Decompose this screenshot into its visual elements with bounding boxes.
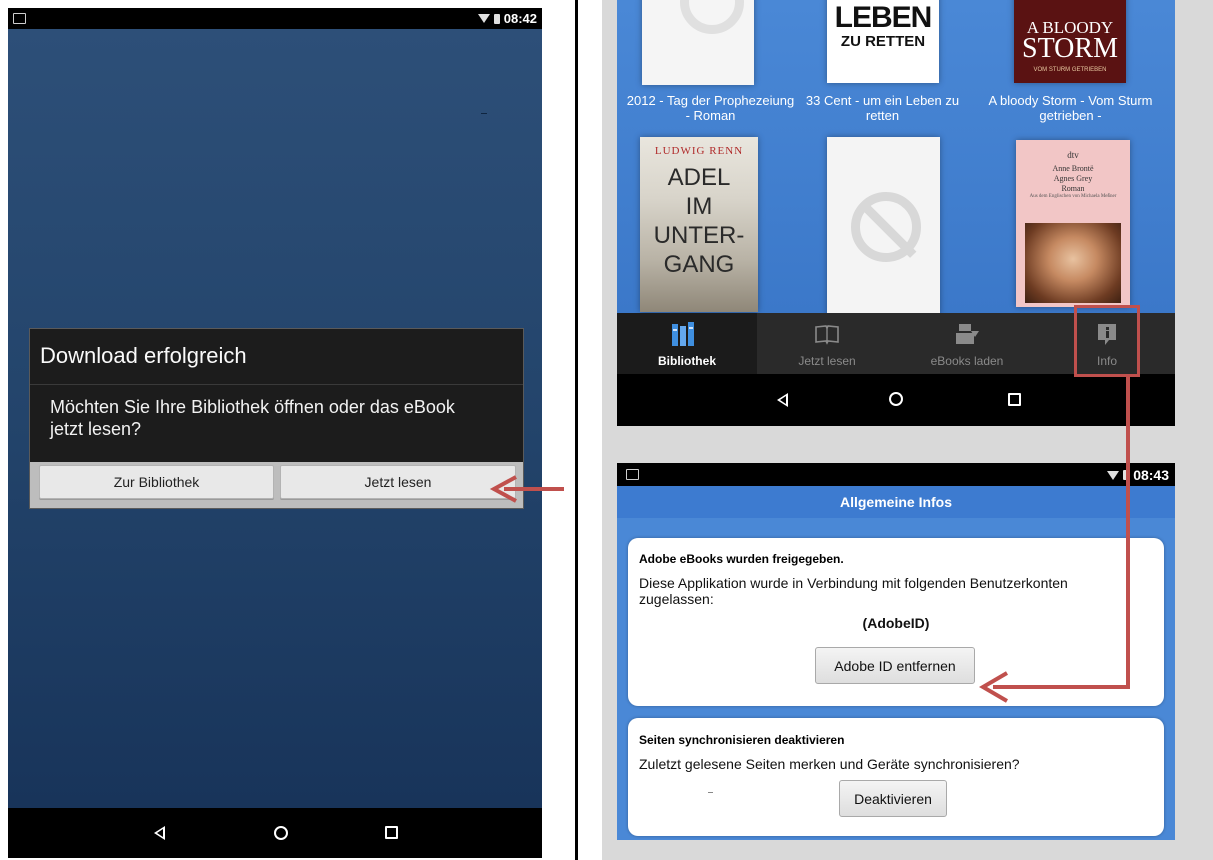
status-right: 08:42: [477, 11, 537, 26]
home-nav-icon[interactable]: [889, 392, 903, 406]
cover-title-line: IM: [685, 193, 713, 220]
status-time: 08:42: [503, 11, 537, 26]
placeholder-circle-icon: [680, 0, 744, 34]
panel-divider: [575, 0, 578, 860]
adobe-id-entfernen-button[interactable]: Adobe ID entfernen: [815, 647, 975, 684]
dialog-divider: [30, 384, 523, 385]
card-title: Seiten synchronisieren deaktivieren: [639, 733, 845, 747]
cover-subtitle: ZU RETTEN: [840, 33, 926, 50]
dialog-message: Möchten Sie Ihre Bibliothek öffnen oder …: [50, 397, 455, 439]
cover-subtitle: VOM STURM GETRIEBEN: [1033, 67, 1107, 73]
recents-nav-icon[interactable]: [385, 826, 398, 839]
tab-label: Bibliothek: [657, 354, 716, 368]
deaktivieren-button[interactable]: Deaktivieren: [839, 780, 947, 817]
book-cover[interactable]: LEBEN ZU RETTEN: [827, 0, 939, 83]
battery-icon: [493, 13, 500, 24]
tab-jetzt-lesen[interactable]: Jetzt lesen: [757, 313, 897, 374]
zur-bibliothek-button[interactable]: Zur Bibliothek: [39, 465, 274, 499]
book-cover[interactable]: [642, 0, 754, 85]
book-cover[interactable]: A BLOODY STORM VOM STURM GETRIEBEN: [1014, 0, 1126, 83]
navigation-bar: [8, 808, 542, 858]
cover-subtitle: Roman: [1061, 184, 1085, 193]
cover-author: Anne Brontë: [1052, 164, 1094, 173]
artifact-mark: [481, 113, 487, 114]
wifi-icon: [477, 14, 490, 23]
download-success-dialog: Download erfolgreich Möchten Sie Ihre Bi…: [29, 328, 524, 509]
cover-title-line: GANG: [663, 251, 735, 278]
cover-title-big: STORM: [1022, 33, 1118, 64]
download-books-icon: [956, 324, 979, 344]
card-text: Zuletzt gelesene Seiten merken und Gerät…: [639, 756, 1020, 772]
book-cover[interactable]: dtv Anne Brontë Agnes Grey Roman Aus dem…: [1016, 140, 1130, 307]
tab-ebooks-laden[interactable]: eBooks laden: [897, 313, 1037, 374]
cover-title: LEBEN: [834, 1, 933, 34]
cover-title-line: ADEL: [667, 164, 731, 191]
dialog-title: Download erfolgreich: [40, 343, 247, 368]
annotation-connector-arrow: [979, 376, 1130, 703]
cover-portrait-image: [1025, 223, 1121, 303]
left-phone-screenshot: 08:42 Download erfolgreich Möchten Sie I…: [8, 8, 542, 858]
placeholder-no-image-icon: [851, 192, 921, 262]
dialog-button-bar: Zur Bibliothek Jetzt lesen: [30, 462, 523, 508]
card-title: Adobe eBooks wurden freigegeben.: [639, 552, 844, 566]
image-notification-icon: [626, 469, 639, 480]
cover-author: LUDWIG RENN: [654, 145, 744, 157]
no-image-slash: [860, 202, 917, 258]
library-book-grid: 2012 - Tag der Prophezeiung - Roman LEBE…: [617, 0, 1175, 313]
annotation-arrow-left: [489, 475, 564, 503]
back-nav-icon[interactable]: [777, 393, 788, 407]
artifact-mark: [708, 792, 713, 793]
cover-note: Aus dem Englischen von Michaela Meßner: [1029, 194, 1117, 199]
sync-pages-card: Seiten synchronisieren deaktivieren Zule…: [628, 718, 1164, 836]
cover-title: ADEL IM UNTER- GANG: [640, 163, 758, 279]
tab-label: eBooks laden: [930, 354, 1004, 368]
back-nav-icon[interactable]: [154, 826, 165, 840]
dialog-body: Download erfolgreich Möchten Sie Ihre Bi…: [30, 329, 523, 508]
books-icon: [672, 322, 694, 346]
home-nav-icon[interactable]: [274, 826, 288, 840]
open-book-icon: [815, 325, 839, 345]
jetzt-lesen-button[interactable]: Jetzt lesen: [280, 465, 516, 499]
image-notification-icon: [13, 13, 26, 24]
cover-title-line: UNTER-: [653, 222, 745, 249]
book-caption: 2012 - Tag der Prophezeiung - Roman: [626, 93, 795, 123]
book-cover[interactable]: [827, 137, 940, 313]
annotation-highlight-box: [1074, 305, 1140, 377]
cover-title: Agnes Grey: [1053, 174, 1093, 183]
book-caption: A bloody Storm - Vom Sturm getrieben -: [988, 93, 1153, 123]
book-caption: 33 Cent - um ein Leben zu retten: [805, 93, 960, 123]
tab-bibliothek[interactable]: Bibliothek: [617, 313, 757, 374]
tab-label: Jetzt lesen: [798, 354, 856, 368]
status-bar: 08:42: [8, 8, 542, 29]
cover-publisher: dtv: [1067, 150, 1079, 160]
book-cover[interactable]: LUDWIG RENN ADEL IM UNTER- GANG: [640, 137, 758, 312]
